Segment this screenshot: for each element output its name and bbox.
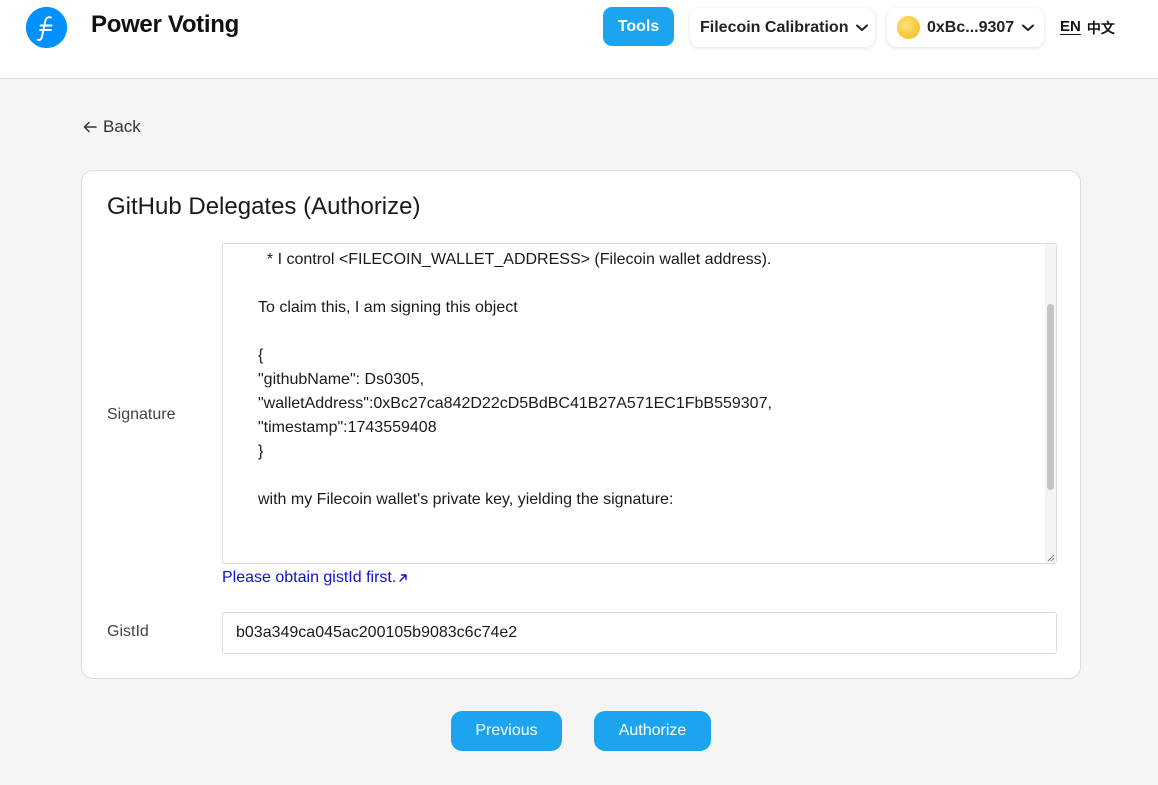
external-link-arrow-icon xyxy=(399,574,408,582)
signature-line: "timestamp":1743559408 xyxy=(258,419,437,436)
tools-button[interactable]: Tools xyxy=(603,7,674,46)
resize-handle-icon[interactable] xyxy=(1046,553,1055,562)
gistid-label: GistId xyxy=(107,623,149,640)
lang-en-option[interactable]: EN xyxy=(1060,18,1081,38)
previous-button[interactable]: Previous xyxy=(451,711,562,751)
signature-textarea[interactable]: * I control <FILECOIN_WALLET_ADDRESS> (F… xyxy=(222,243,1057,564)
signature-line: } xyxy=(258,443,264,460)
arrow-left-icon xyxy=(83,121,97,133)
lang-zh-option[interactable]: 中文 xyxy=(1087,18,1115,38)
network-select[interactable]: Filecoin Calibration xyxy=(690,8,875,47)
filecoin-logo-icon[interactable] xyxy=(26,7,67,48)
wallet-address-label: 0xBc...9307 xyxy=(927,18,1015,36)
obtain-gistid-link[interactable]: Please obtain gistId first. xyxy=(222,569,408,587)
authorize-card: GitHub Delegates (Authorize) Signature *… xyxy=(81,170,1081,679)
signature-line: * I control <FILECOIN_WALLET_ADDRESS> (F… xyxy=(258,251,772,268)
scrollbar-thumb[interactable] xyxy=(1047,304,1054,490)
signature-line: To claim this, I am signing this object xyxy=(258,299,518,316)
chevron-down-icon xyxy=(856,24,869,32)
signature-line: with my Filecoin wallet's private key, y… xyxy=(258,491,674,508)
signature-line: "githubName": Ds0305, xyxy=(258,371,425,388)
chevron-down-icon xyxy=(1022,24,1035,32)
signature-label: Signature xyxy=(107,406,176,423)
signature-line: { xyxy=(258,347,264,364)
scrollbar-track[interactable] xyxy=(1045,244,1056,563)
wallet-avatar xyxy=(897,16,920,39)
authorize-button[interactable]: Authorize xyxy=(594,711,711,751)
obtain-gistid-link-label: Please obtain gistId first. xyxy=(222,569,397,586)
brand-title[interactable]: Power Voting xyxy=(91,11,239,39)
signature-line xyxy=(258,464,1038,488)
wallet-select[interactable]: 0xBc...9307 xyxy=(887,8,1044,47)
card-title: GitHub Delegates (Authorize) xyxy=(107,193,421,220)
signature-text: * I control <FILECOIN_WALLET_ADDRESS> (F… xyxy=(258,248,1038,512)
gistid-input[interactable] xyxy=(222,612,1057,654)
network-select-label: Filecoin Calibration xyxy=(700,18,849,36)
back-link[interactable]: Back xyxy=(83,117,141,137)
top-header: Power Voting Tools Filecoin Calibration … xyxy=(0,0,1158,79)
signature-line xyxy=(258,320,1038,344)
language-switch: EN 中文 xyxy=(1060,18,1115,38)
signature-line xyxy=(258,272,1038,296)
signature-line: "walletAddress":0xBc27ca842D22cD5BdBC41B… xyxy=(258,395,772,412)
back-label: Back xyxy=(103,117,141,136)
